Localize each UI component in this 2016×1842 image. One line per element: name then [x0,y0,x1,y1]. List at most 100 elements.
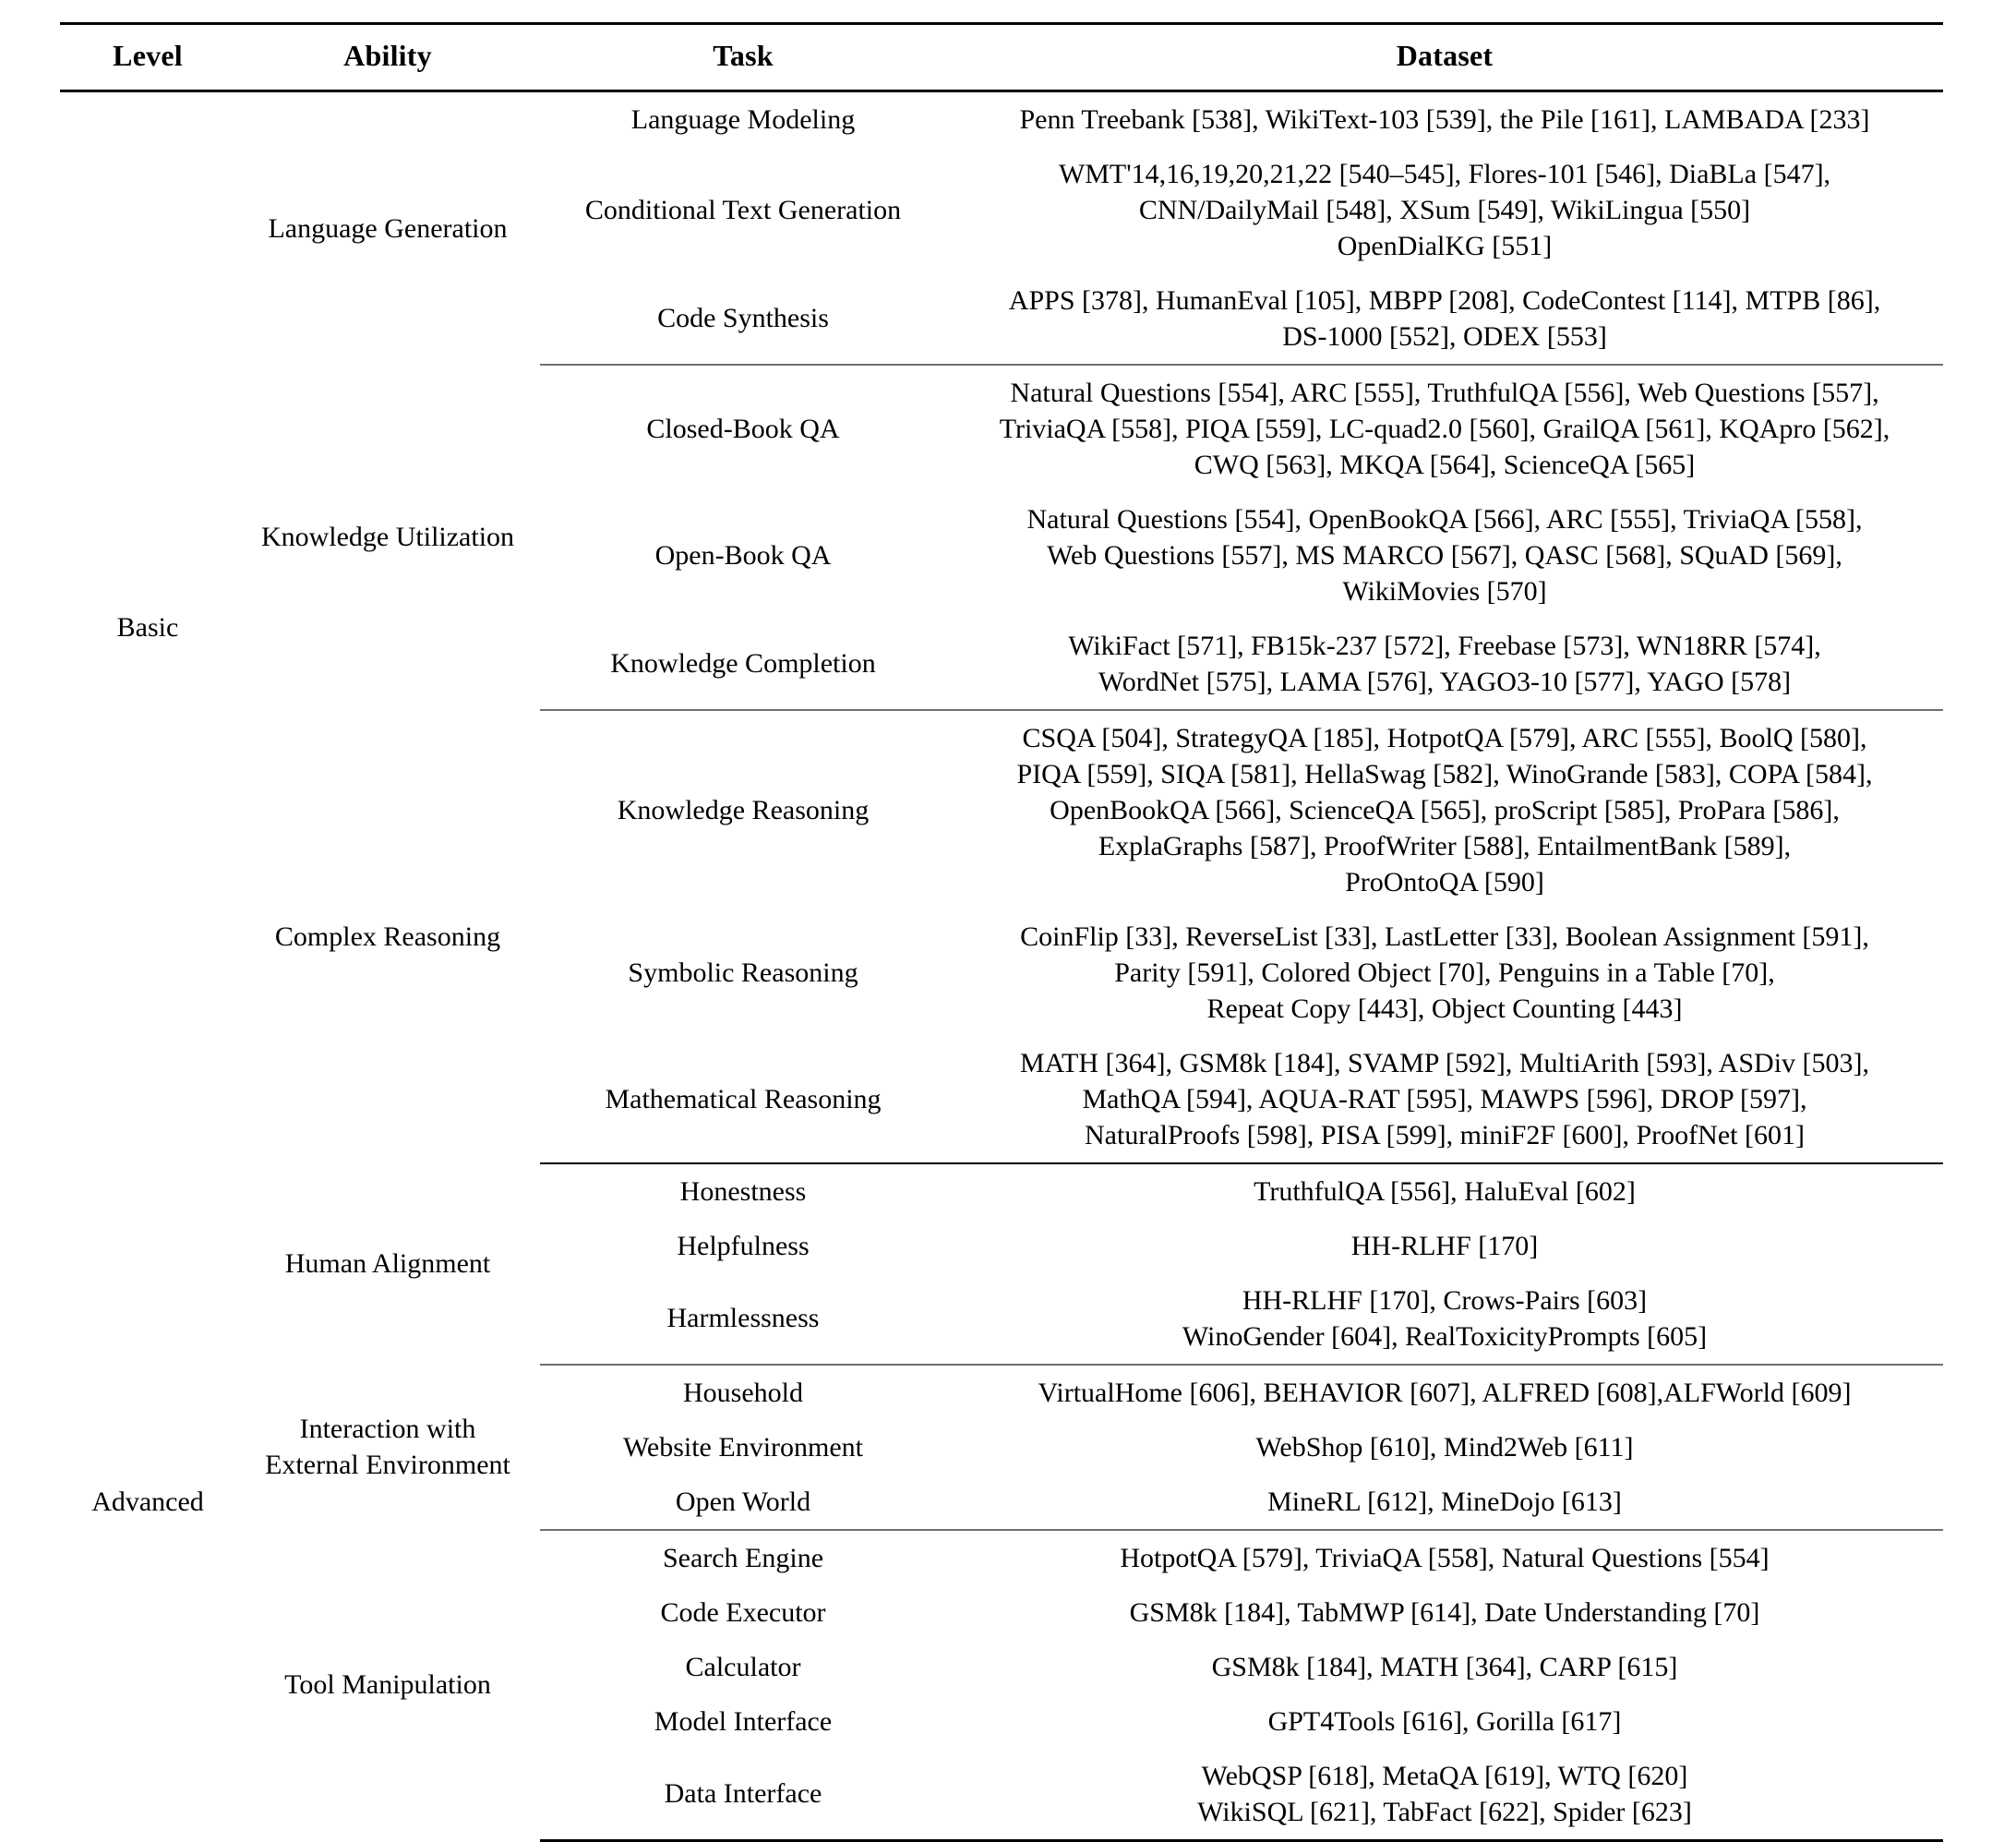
evaluation-tasks-table: Level Ability Task Dataset Basic Languag… [60,22,1943,1842]
ability-cell-knowledge-utilization: Knowledge Utilization [260,522,515,553]
table-row: Advanced Human Alignment Honestness Trut… [60,1163,1943,1517]
task-cell-harmlessness: Harmlessness [540,1272,946,1366]
dataset-cell-search-engine: HotpotQA [579], TriviaQA [558], Natural … [946,1530,1943,1585]
dataset-line: WikiSQL [621], TabFact [622], Spider [62… [1197,1796,1692,1827]
table-row: Complex Reasoning Knowledge Reasoning CS… [60,710,1943,952]
dataset-line: TruthfulQA [556], HaluEval [602] [1254,1175,1636,1207]
dataset-line: CSQA [504], StrategyQA [185], HotpotQA [… [1022,722,1867,753]
dataset-cell-data-interface: WebQSP [618], MetaQA [619], WTQ [620] Wi… [946,1748,1943,1842]
task-cell-code-synthesis: Code Synthesis [540,272,946,366]
task-cell-search-engine: Search Engine [662,1542,824,1573]
level-cell-advanced: Advanced [91,1486,204,1517]
dataset-line: CNN/DailyMail [548], XSum [549], WikiLin… [1138,194,1751,225]
task-cell-household: Household [683,1377,803,1408]
table-header: Level Ability Task Dataset [60,22,1943,92]
dataset-line: MathQA [594], AQUA-RAT [595], MAWPS [596… [1082,1083,1807,1114]
dataset-line: CWQ [563], MKQA [564], ScienceQA [565] [1194,449,1696,480]
table-page: Level Ability Task Dataset Basic Languag… [0,0,2016,1842]
dataset-line: MATH [364], GSM8k [184], SVAMP [592], Mu… [1019,1047,1870,1078]
dataset-line: TriviaQA [558], PIQA [559], LC-quad2.0 [… [999,413,1890,444]
column-header-ability: Ability [235,22,540,92]
dataset-line: WebQSP [618], MetaQA [619], WTQ [620] [1201,1760,1688,1791]
level-cell-basic: Basic [116,612,179,644]
table-row: Basic Language Generation Language Model… [60,90,1943,644]
dataset-line: WikiMovies [570] [1342,575,1547,607]
dataset-cell-mathematical-reasoning: MATH [364], GSM8k [184], SVAMP [592], Mu… [946,1035,1943,1164]
dataset-line: WordNet [575], LAMA [576], YAGO3-10 [577… [1098,666,1792,697]
dataset-line: WMT'14,16,19,20,21,22 [540–545], Flores-… [1058,158,1831,189]
table-row: Interaction with External Environment Ho… [60,1365,1943,1481]
dataset-line: Parity [591], Colored Object [70], Pengu… [1114,957,1775,988]
dataset-line: DS-1000 [552], ODEX [553] [1282,320,1607,352]
table-row: Tool Manipulation Search Engine HotpotQA… [60,1530,1943,1701]
task-cell-helpfulness: Helpfulness [677,1230,810,1261]
dataset-line: CoinFlip [33], ReverseList [33], LastLet… [1020,921,1869,952]
dataset-line: NaturalProofs [598], PISA [599], miniF2F… [1085,1119,1805,1150]
column-header-level: Level [60,22,235,92]
dataset-line: OpenDialKG [551] [1337,230,1553,261]
dataset-line: HotpotQA [579], TriviaQA [558], Natural … [1120,1542,1770,1573]
task-cell-knowledge-reasoning: Knowledge Reasoning [617,794,870,825]
dataset-cell-knowledge-completion: WikiFact [571], FB15k-237 [572], Freebas… [946,618,1943,711]
dataset-line: ProOntoQA [590] [1345,866,1544,897]
dataset-line: OpenBookQA [566], ScienceQA [565], proSc… [1050,794,1840,825]
dataset-cell-conditional-text-generation: WMT'14,16,19,20,21,22 [540–545], Flores-… [946,147,1943,273]
dataset-cell-open-book-qa: Natural Questions [554], OpenBookQA [566… [946,492,1943,619]
task-cell-symbolic-reasoning: Symbolic Reasoning [628,957,858,988]
ability-cell-human-alignment: Human Alignment [284,1248,491,1280]
dataset-line: Web Questions [557], MS MARCO [567], QAS… [1047,539,1842,571]
dataset-line: WinoGender [604], RealToxicityPrompts [6… [1182,1320,1708,1352]
ability-cell-language-generation: Language Generation [268,212,508,244]
table-row: Knowledge Utilization Closed-Book QA Nat… [60,365,1943,553]
dataset-cell-language-modeling: Penn Treebank [538], WikiText-103 [539],… [946,90,1943,147]
ability-cell-tool-manipulation: Tool Manipulation [284,1669,491,1701]
dataset-line: HH-RLHF [170], Crows-Pairs [603] [1242,1284,1648,1316]
task-cell-code-executor: Code Executor [660,1596,826,1628]
ability-label-line: External Environment [265,1450,510,1481]
dataset-cell-code-executor: GSM8k [184], TabMWP [614], Date Understa… [946,1585,1943,1640]
task-cell-data-interface: Data Interface [540,1748,946,1842]
task-cell-knowledge-completion: Knowledge Completion [540,618,946,711]
task-cell-conditional-text-generation: Conditional Text Generation [584,194,902,225]
dataset-line: GPT4Tools [616], Gorilla [617] [1267,1705,1622,1737]
dataset-line: GSM8k [184], MATH [364], CARP [615] [1211,1651,1678,1682]
task-cell-honestness: Honestness [679,1175,807,1207]
dataset-cell-harmlessness: HH-RLHF [170], Crows-Pairs [603] WinoGen… [946,1272,1943,1366]
task-cell-closed-book-qa: Closed-Book QA [646,413,840,444]
dataset-cell-model-interface: GPT4Tools [616], Gorilla [617] [946,1694,1943,1749]
dataset-cell-knowledge-reasoning: CSQA [504], StrategyQA [185], HotpotQA [… [946,710,1943,909]
dataset-cell-symbolic-reasoning: CoinFlip [33], ReverseList [33], LastLet… [946,909,1943,1036]
dataset-line: APPS [378], HumanEval [105], MBPP [208],… [1008,284,1881,316]
column-header-task: Task [540,22,946,92]
dataset-line: MineRL [612], MineDojo [613] [1267,1486,1622,1517]
dataset-cell-calculator: GSM8k [184], MATH [364], CARP [615] [946,1640,1943,1694]
dataset-cell-open-world: MineRL [612], MineDojo [613] [946,1474,1943,1531]
dataset-cell-code-synthesis: APPS [378], HumanEval [105], MBPP [208],… [946,272,1943,366]
dataset-line: Penn Treebank [538], WikiText-103 [539],… [1019,103,1870,135]
task-cell-website-environment: Website Environment [622,1431,864,1463]
dataset-line: WikiFact [571], FB15k-237 [572], Freebas… [1068,630,1821,661]
task-cell-model-interface: Model Interface [654,1705,833,1737]
dataset-line: GSM8k [184], TabMWP [614], Date Understa… [1129,1596,1760,1628]
table-body: Basic Language Generation Language Model… [60,90,1943,1842]
dataset-cell-closed-book-qa: Natural Questions [554], ARC [555], Trut… [946,365,1943,492]
task-cell-open-book-qa: Open-Book QA [654,539,832,571]
dataset-cell-household: VirtualHome [606], BEHAVIOR [607], ALFRE… [946,1365,1943,1420]
dataset-line: ExplaGraphs [587], ProofWriter [588], En… [1098,830,1792,861]
header-row: Level Ability Task Dataset [60,22,1943,92]
dataset-cell-website-environment: WebShop [610], Mind2Web [611] [946,1420,1943,1475]
task-cell-language-modeling: Language Modeling [630,103,856,135]
dataset-line: HH-RLHF [170] [1350,1230,1539,1261]
dataset-cell-honestness: TruthfulQA [556], HaluEval [602] [946,1163,1943,1219]
task-cell-mathematical-reasoning: Mathematical Reasoning [540,1035,946,1164]
dataset-line: WebShop [610], Mind2Web [611] [1255,1431,1634,1463]
column-header-dataset: Dataset [946,22,1943,92]
dataset-line: Repeat Copy [443], Object Counting [443] [1206,993,1683,1024]
dataset-line: Natural Questions [554], ARC [555], Trut… [1010,377,1879,408]
task-cell-open-world: Open World [540,1474,946,1531]
ability-label-line: Interaction with [299,1414,476,1445]
ability-cell-interaction-external-environment: Interaction with External Environment [235,1365,540,1530]
ability-cell-complex-reasoning: Complex Reasoning [274,921,501,952]
dataset-line: VirtualHome [606], BEHAVIOR [607], ALFRE… [1038,1377,1852,1408]
dataset-line: PIQA [559], SIQA [581], HellaSwag [582],… [1016,758,1873,789]
